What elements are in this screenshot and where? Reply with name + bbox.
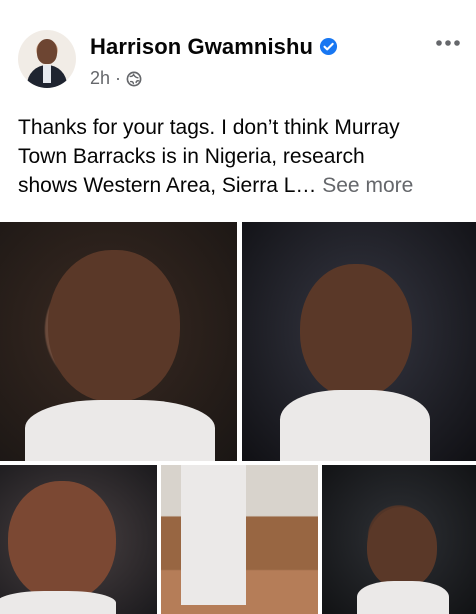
post-header: Harrison Gwamnishu 2h · [0,0,476,100]
meta-separator: · [115,68,122,88]
photo-1[interactable] [0,222,237,461]
post-text-line: Town Barracks is in Nigeria, research [18,145,365,168]
more-options-icon [436,40,460,46]
photo-3[interactable] [0,465,157,614]
child-shirt [181,465,246,605]
author-avatar[interactable] [18,30,76,88]
child-shirt [280,390,430,461]
post-text-line: shows Western Area, Sierra L… See more [18,171,462,200]
photo-4[interactable] [161,465,318,614]
child-shirt [357,581,449,614]
verified-badge-icon [319,37,338,56]
photo-grid [0,218,476,614]
photo-2[interactable] [242,222,476,461]
child-head [367,507,437,589]
avatar-face [37,39,57,64]
avatar-shirt [43,65,51,83]
see-more-link[interactable]: See more [322,174,413,197]
post-text-fragment: shows Western Area, Sierra L… [18,174,317,197]
author-name[interactable]: Harrison Gwamnishu [90,34,313,60]
child-shirt [25,400,215,461]
photo-5[interactable] [322,465,476,614]
post-time[interactable]: 2h [90,68,110,89]
child-head [8,481,116,601]
globe-icon[interactable] [126,71,142,87]
post-text-line: Thanks for your tags. I don’t think Murr… [18,116,400,139]
child-shirt [0,591,116,614]
more-options-button[interactable] [428,28,468,58]
child-head [300,264,412,398]
child-head [48,250,180,402]
post-meta: 2h · [90,68,142,89]
post-text: Thanks for your tags. I don’t think Murr… [18,113,462,200]
